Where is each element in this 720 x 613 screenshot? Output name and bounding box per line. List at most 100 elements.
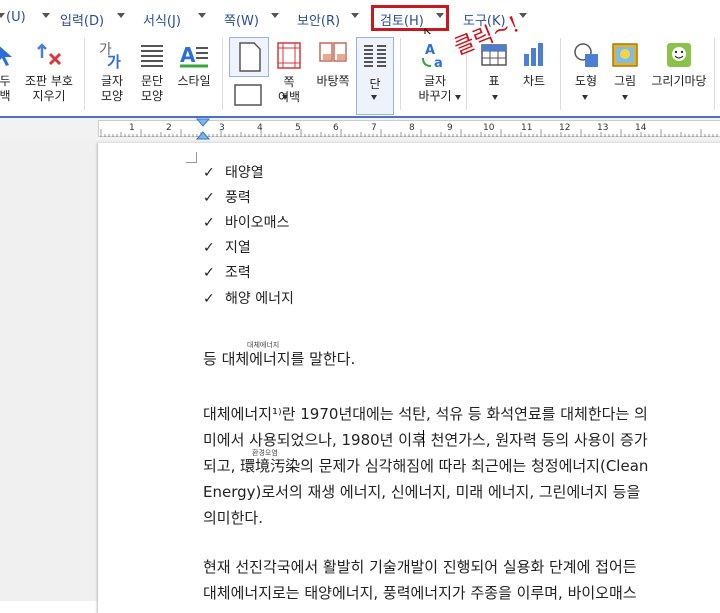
ribbon-button-label: 모양 <box>100 89 124 103</box>
page-margin-button[interactable]: 쪽 여백 <box>270 40 308 105</box>
drawing-gallery-button[interactable]: 그리기마당 <box>646 40 712 89</box>
list-item: ✓ 풍력 <box>203 190 251 206</box>
menu-dropdown-arrow-7[interactable] <box>519 13 527 18</box>
ruler-number: 14 <box>635 123 647 133</box>
char-shape-button[interactable]: 가 가 글자 모양 <box>92 40 132 104</box>
clear-markup-icon <box>37 43 62 66</box>
ribbon-button-label: 여백 <box>277 90 301 104</box>
indent-marker-icon[interactable] <box>196 118 210 140</box>
check-icon: ✓ <box>203 291 215 307</box>
ribbon-separator <box>400 38 401 110</box>
ribbon-button-label: 그림 <box>613 74 637 88</box>
ribbon-separator <box>560 38 561 110</box>
ribbon-button-label: 지우기 <box>32 89 66 103</box>
paragraph-line: 되고, 環境汚染의 문제가 심각해짐에 따라 최근에는 청정에너지(Clean <box>203 457 649 475</box>
menu-item-security[interactable]: 보안(R) <box>297 10 340 29</box>
drawing-gallery-icon <box>667 43 691 67</box>
orientation-button[interactable] <box>233 82 263 108</box>
ruler-number: 8 <box>409 123 415 133</box>
ribbon-button-label: 모양 <box>140 89 164 103</box>
menu-dropdown-arrow-3[interactable] <box>198 13 206 18</box>
chevron-down-icon[interactable] <box>582 95 588 100</box>
replace-chars-icon: A a <box>422 43 443 71</box>
menu-item-u[interactable]: (U) <box>6 10 26 25</box>
page-icon <box>239 42 261 72</box>
ruler-number: 2 <box>166 123 172 133</box>
ruler-number: 3 <box>219 123 225 133</box>
page-setup-button[interactable] <box>229 37 269 77</box>
ruler-number: 6 <box>333 123 339 133</box>
menu-item-insert[interactable]: 입력(D) <box>60 10 104 29</box>
chevron-down-icon[interactable] <box>492 95 498 100</box>
ribbon-button-label: 바탕쪽 <box>316 74 350 88</box>
list-item: ✓ 바이오매스 <box>203 215 290 231</box>
replace-chars-button[interactable]: A a 글자 바꾸기 <box>410 40 460 104</box>
ribbon-button-label: 바꾸기 <box>418 89 452 103</box>
master-page-button[interactable]: 바탕쪽 <box>310 40 356 89</box>
shape-button[interactable]: 도형 <box>566 40 606 89</box>
paragraph-line: 현재 선진각국에서 활발히 기술개발이 진행되어 실용화 단계에 접어든 <box>203 558 637 576</box>
pointer-icon <box>0 46 12 66</box>
paragraph-line: 대체에너지¹⁾란 1970년대에는 석탄, 석유 등 화석연료를 대체한다는 의 <box>203 405 648 423</box>
svg-text:가: 가 <box>107 53 121 70</box>
ribbon-separator <box>714 38 715 110</box>
ruler-number: 7 <box>371 123 377 133</box>
chevron-down-icon[interactable] <box>371 95 377 100</box>
menu-dropdown-arrow-0[interactable] <box>0 13 5 18</box>
horizontal-ruler: 1 2 3 4 5 6 7 8 9 10 11 12 13 14 <box>0 118 720 140</box>
ruler-number: 9 <box>447 123 453 133</box>
picture-button[interactable]: 그림 <box>606 40 644 89</box>
menu-bar: (U) 입력(D) 서식(J) 쪽(W) 보안(R) 검토(H) 도구(K) <box>0 0 720 46</box>
ruler-number: 4 <box>257 123 263 133</box>
margin-icon <box>277 42 301 69</box>
ribbon-button-partial[interactable]: 두 백 <box>0 40 16 104</box>
ribbon-button-label: 표 <box>488 74 500 88</box>
ribbon-button-label: 도형 <box>574 74 598 88</box>
landscape-page-icon <box>234 84 262 106</box>
page-corner-mark <box>186 152 197 163</box>
menu-item-page[interactable]: 쪽(W) <box>224 10 259 29</box>
ruler-number: 13 <box>597 123 609 133</box>
chevron-down-icon[interactable] <box>622 95 628 100</box>
svg-text:a: a <box>434 56 443 70</box>
check-icon: ✓ <box>203 215 215 231</box>
ribbon-button-label: 단 <box>369 77 381 91</box>
master-page-icon <box>319 42 347 62</box>
ribbon-button-label: 스타일 <box>177 74 211 88</box>
ruler-strip: 1 2 3 4 5 6 7 8 9 10 11 12 13 14 <box>98 120 720 137</box>
paragraph-line: 대체에너지로는 태양에너지, 풍력에너지가 주종을 이루며, 바이오매스 <box>203 584 637 602</box>
menu-dropdown-arrow-4[interactable] <box>271 13 279 18</box>
menu-item-format[interactable]: 서식(J) <box>143 10 181 29</box>
chart-button[interactable]: 차트 <box>514 40 554 89</box>
char-shape-icon: 가 가 <box>99 42 121 71</box>
chevron-down-icon[interactable] <box>455 95 461 100</box>
ribbon-button-label: 글자 <box>100 74 124 88</box>
svg-text:A: A <box>180 43 196 67</box>
menu-dropdown-arrow-2[interactable] <box>117 13 125 18</box>
check-icon: ✓ <box>203 165 215 181</box>
check-icon: ✓ <box>203 240 215 256</box>
menu-dropdown-arrow-1[interactable] <box>42 13 50 18</box>
text-caret <box>423 430 424 447</box>
menu-dropdown-arrow-5[interactable] <box>351 13 359 18</box>
ribbon-button-label: 문단 <box>140 74 164 88</box>
picture-icon <box>612 43 638 67</box>
ribbon-separator <box>222 38 223 110</box>
ribbon-button-label: 쪽 <box>283 75 295 89</box>
style-icon: A <box>180 43 208 68</box>
ruler-number: 5 <box>295 123 301 133</box>
para-shape-button[interactable]: 문단 모양 <box>132 40 172 104</box>
list-item: ✓ 해양 에너지 <box>203 291 294 307</box>
paragraph-line: Energy)로서의 재생 에너지, 신에너지, 미래 에너지, 그린에너지 등… <box>203 483 641 501</box>
ruler-number: 10 <box>483 123 495 133</box>
paragraph-line: 미에서 사용되었으나, 1980년 이후 천연가스, 원자력 등의 사용이 증가 <box>203 431 648 449</box>
ruler-number: 12 <box>559 123 571 133</box>
columns-button[interactable]: 단 <box>356 37 394 115</box>
chevron-down-icon[interactable] <box>282 95 288 100</box>
ribbon-button-label: 차트 <box>522 74 546 88</box>
document-page[interactable] <box>98 143 720 613</box>
ribbon-button-label: 백 <box>0 89 11 103</box>
ruler-number: 11 <box>521 123 533 133</box>
clear-markup-button[interactable]: 조판 부호 지우기 <box>20 40 78 104</box>
style-button[interactable]: A 스타일 <box>172 40 216 89</box>
